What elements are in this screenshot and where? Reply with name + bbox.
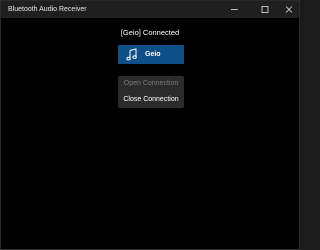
title-bar[interactable]: Bluetooth Audio Receiver [1,1,299,18]
window-title: Bluetooth Audio Receiver [8,6,87,13]
connection-menu: Open Connection Close Connection [118,76,184,108]
device-button-label: Geio [145,51,161,58]
open-connection-menu-item: Open Connection [123,80,179,87]
app-window: Bluetooth Audio Receiver [Geio] Connecte… [0,0,300,250]
minimize-icon [231,9,238,10]
device-button[interactable]: Geio [118,45,184,64]
connection-status: [Geio] Connected [120,28,180,37]
music-note-icon [126,48,137,61]
close-icon [285,6,293,13]
minimize-button[interactable] [221,1,249,18]
close-button[interactable] [273,1,299,18]
close-connection-menu-item[interactable]: Close Connection [118,92,184,108]
